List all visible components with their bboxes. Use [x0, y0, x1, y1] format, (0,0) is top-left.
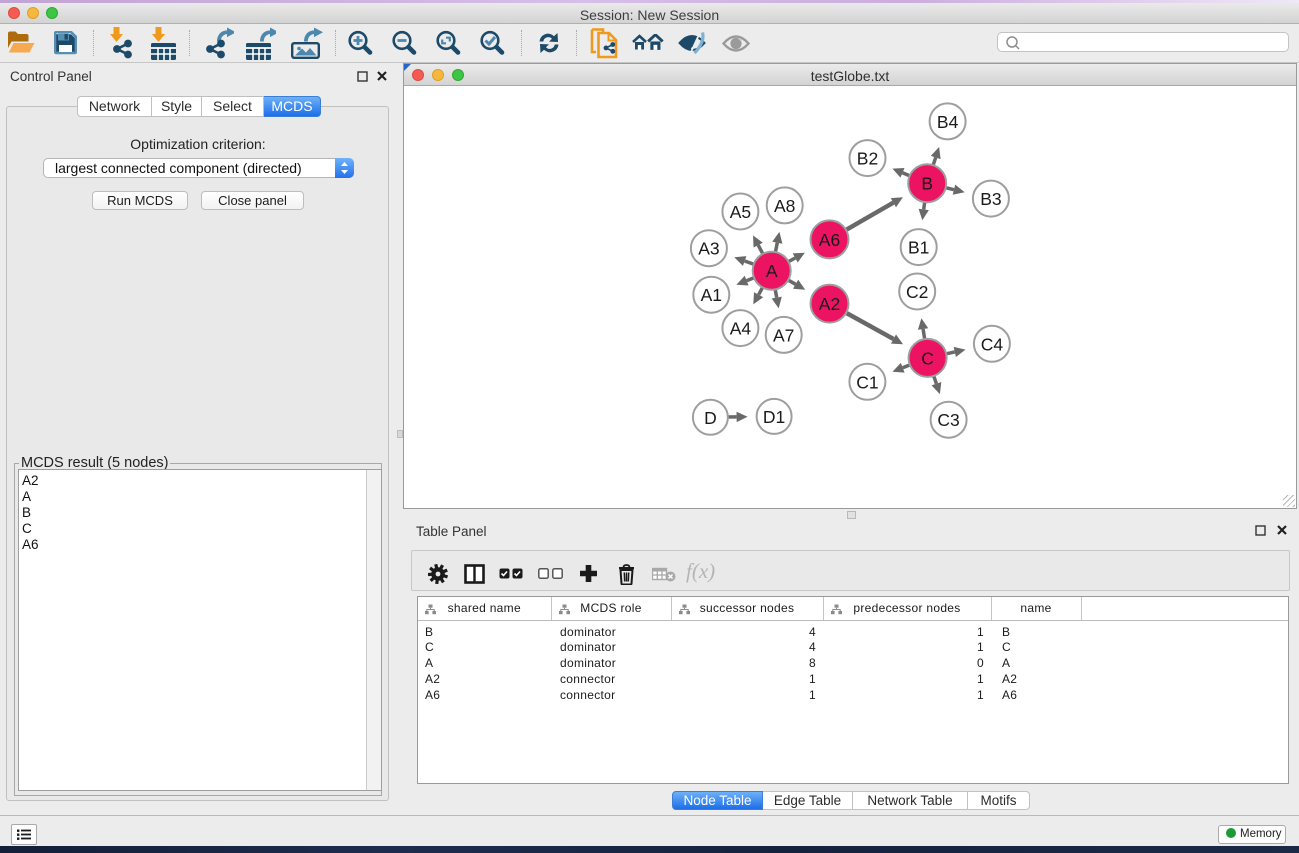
- svg-text:C4: C4: [981, 334, 1004, 354]
- svg-text:A2: A2: [819, 294, 840, 314]
- svg-text:D1: D1: [763, 407, 785, 427]
- svg-text:B: B: [921, 174, 933, 194]
- svg-text:B3: B3: [980, 189, 1001, 209]
- svg-text:A3: A3: [698, 239, 719, 259]
- svg-text:A7: A7: [773, 325, 794, 345]
- svg-text:C3: C3: [937, 410, 959, 430]
- svg-text:A1: A1: [701, 285, 722, 305]
- svg-text:C2: C2: [906, 282, 928, 302]
- svg-text:C1: C1: [856, 372, 878, 392]
- svg-text:A: A: [766, 261, 778, 281]
- svg-text:A4: A4: [730, 319, 752, 339]
- svg-text:A5: A5: [730, 202, 751, 222]
- svg-text:B1: B1: [908, 238, 929, 258]
- svg-text:B2: B2: [857, 149, 878, 169]
- svg-text:B4: B4: [937, 112, 959, 132]
- svg-text:D: D: [704, 408, 717, 428]
- svg-text:C: C: [921, 348, 934, 368]
- svg-text:A6: A6: [819, 230, 840, 250]
- svg-text:A8: A8: [774, 196, 795, 216]
